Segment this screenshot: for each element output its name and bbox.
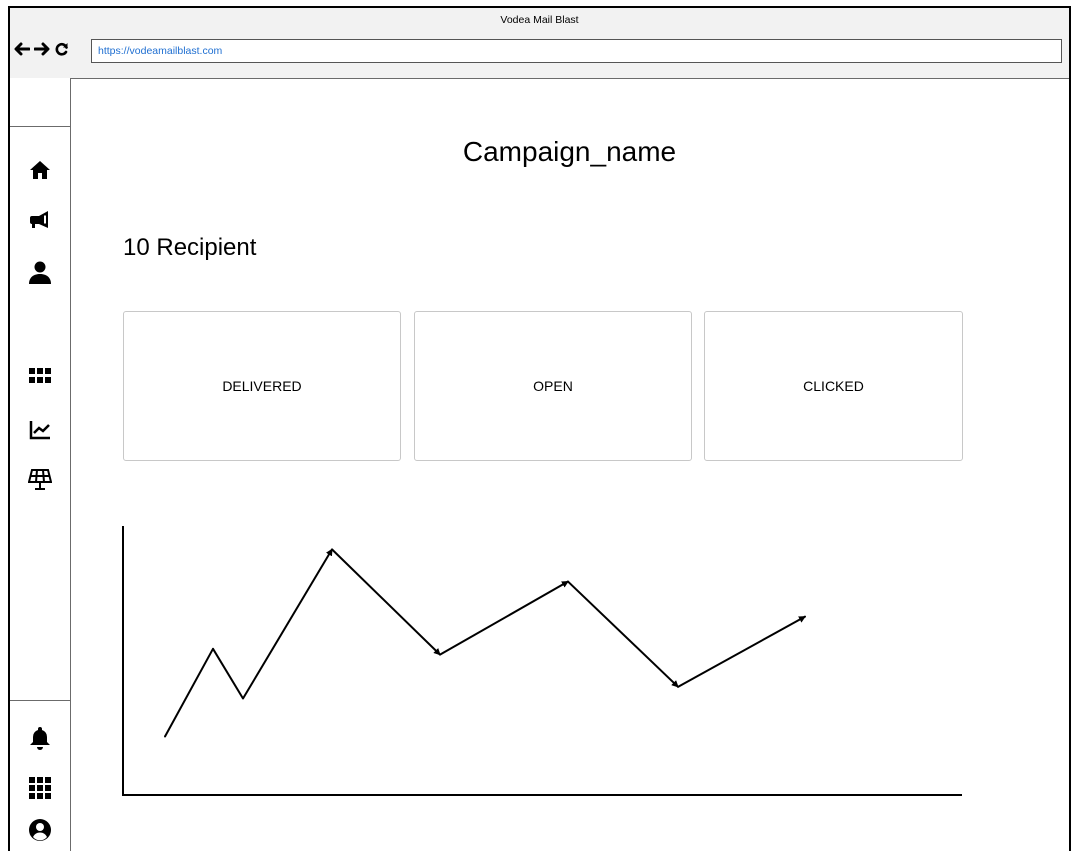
grid-icon[interactable] bbox=[28, 364, 52, 388]
megaphone-icon[interactable] bbox=[28, 208, 52, 232]
reload-icon[interactable] bbox=[55, 42, 69, 56]
sidebar-divider-bottom bbox=[10, 700, 70, 701]
address-bar[interactable]: https://vodeamailblast.com bbox=[91, 39, 1062, 63]
home-icon[interactable] bbox=[28, 158, 52, 182]
stat-card-clicked[interactable]: CLICKED bbox=[704, 311, 963, 461]
data-point bbox=[439, 653, 441, 656]
sidebar-divider-top bbox=[10, 126, 70, 127]
series-line-segment bbox=[242, 548, 333, 700]
browser-nav bbox=[13, 42, 69, 56]
data-point bbox=[567, 580, 569, 583]
stat-card-open[interactable]: OPEN bbox=[414, 311, 692, 461]
stat-card-delivered[interactable]: DELIVERED bbox=[123, 311, 401, 461]
account-circle-icon[interactable] bbox=[28, 818, 52, 842]
stat-card-label: CLICKED bbox=[803, 378, 864, 394]
line-chart bbox=[122, 526, 962, 796]
series-line-segment bbox=[567, 580, 679, 688]
series-line-segment bbox=[331, 548, 441, 656]
data-point bbox=[242, 697, 244, 700]
recipient-count: 10 Recipient bbox=[123, 234, 257, 261]
data-point bbox=[212, 647, 214, 650]
browser-titlebar: Vodea Mail Blast https://vodeamailblast.… bbox=[10, 8, 1069, 79]
arrow-right-icon[interactable] bbox=[34, 42, 51, 56]
stat-card-label: OPEN bbox=[533, 378, 573, 394]
data-point bbox=[677, 685, 679, 688]
sidebar bbox=[10, 78, 71, 851]
user-icon[interactable] bbox=[28, 260, 52, 284]
bell-icon[interactable] bbox=[28, 726, 52, 750]
series-line-segment bbox=[439, 580, 569, 656]
data-point bbox=[804, 615, 806, 618]
series-line-segment bbox=[677, 615, 806, 688]
window-title: Vodea Mail Blast bbox=[500, 14, 579, 26]
series-line-segment bbox=[164, 648, 214, 738]
page-title: Campaign_name bbox=[462, 136, 677, 167]
line-chart-icon[interactable] bbox=[28, 418, 52, 442]
browser-window: Vodea Mail Blast https://vodeamailblast.… bbox=[8, 6, 1071, 851]
solar-panel-icon[interactable] bbox=[28, 468, 52, 492]
series-line-segment bbox=[212, 648, 244, 700]
data-point bbox=[331, 548, 333, 551]
data-point bbox=[164, 735, 166, 738]
stat-card-label: DELIVERED bbox=[222, 378, 302, 394]
grid-icon[interactable] bbox=[28, 776, 52, 800]
arrow-left-icon[interactable] bbox=[13, 42, 30, 56]
